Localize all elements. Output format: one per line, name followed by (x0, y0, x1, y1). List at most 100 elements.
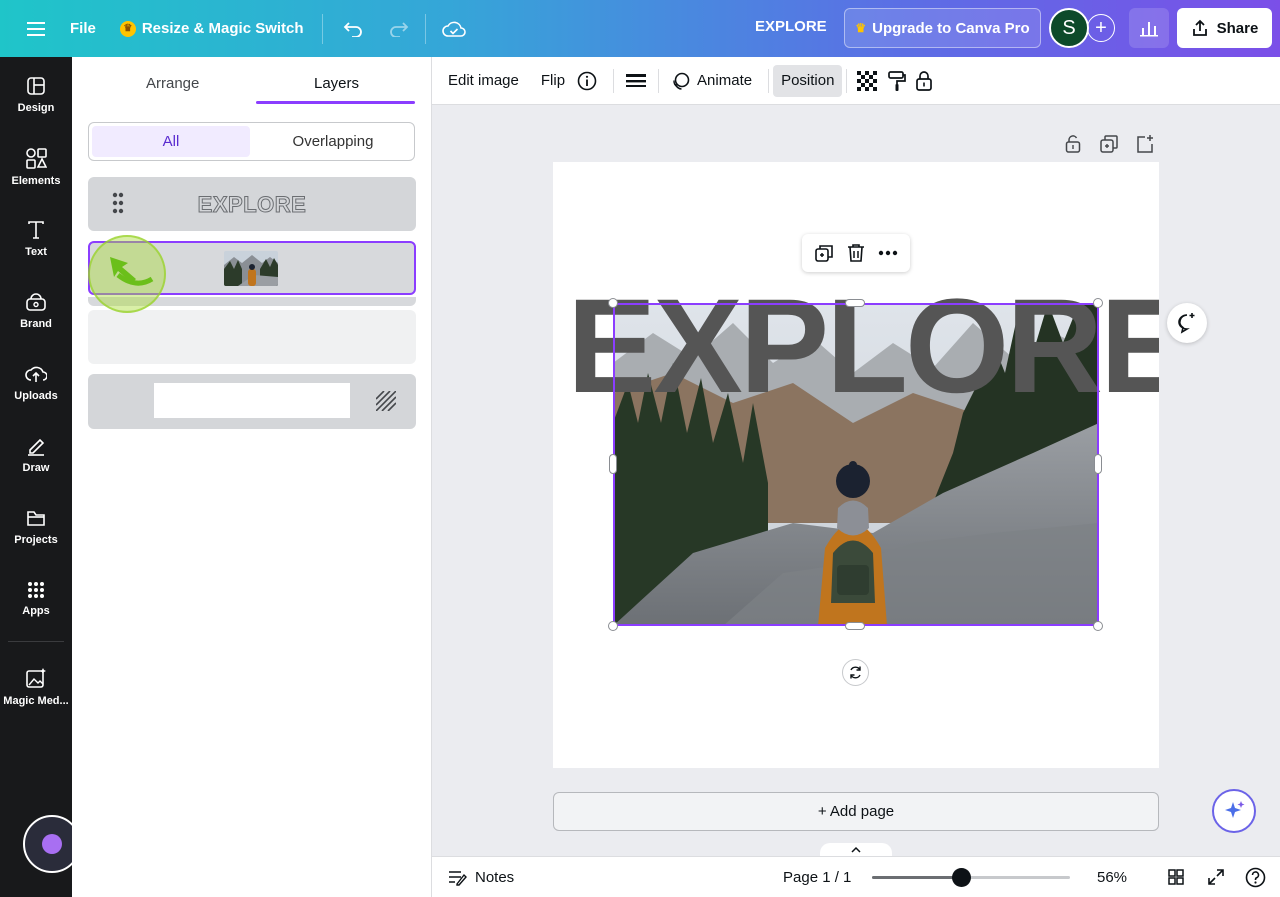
animate-button[interactable]: Animate (663, 65, 760, 97)
rail-item-text[interactable]: Text (0, 207, 72, 271)
cursor-arrow-icon (110, 257, 154, 286)
top-bar: File ♛ Resize & Magic Switch EXPLORE ♛ U… (0, 0, 1280, 57)
redo-icon[interactable] (379, 9, 419, 49)
layer-text-preview: EXPLORE (197, 192, 307, 218)
undo-icon[interactable] (333, 9, 373, 49)
resize-handle[interactable] (1094, 454, 1102, 474)
divider (613, 68, 615, 93)
layer-item-text[interactable]: EXPLORE (88, 177, 416, 231)
divider (846, 68, 848, 93)
resize-handle[interactable] (1093, 298, 1103, 308)
layer-item-blank[interactable] (88, 310, 416, 364)
lock-icon[interactable] (911, 65, 937, 97)
magic-assistant-icon[interactable] (1212, 789, 1256, 833)
resize-handle[interactable] (609, 454, 617, 474)
resize-magic-switch-button[interactable]: ♛ Resize & Magic Switch (110, 9, 314, 49)
add-collaborator-icon[interactable]: + (1087, 14, 1115, 42)
notes-button[interactable]: Notes (447, 868, 514, 886)
divider (658, 68, 660, 93)
fullscreen-icon[interactable] (1207, 868, 1225, 886)
upgrade-button[interactable]: ♛ Upgrade to Canva Pro (844, 8, 1041, 48)
text-icon (28, 221, 44, 239)
rail-item-apps[interactable]: Apps (0, 567, 72, 631)
grid-view-icon[interactable] (1168, 869, 1184, 885)
cursor-highlight (88, 235, 166, 313)
paint-roller-icon[interactable] (883, 65, 911, 97)
context-toolbar: Edit image Flip Animate Position (432, 57, 1280, 105)
magic-media-icon (26, 668, 46, 688)
active-tab-indicator (256, 101, 415, 104)
rail-item-projects[interactable]: Projects (0, 495, 72, 559)
resize-handle[interactable] (608, 298, 618, 308)
add-comment-icon[interactable] (1167, 303, 1207, 343)
share-icon (1192, 19, 1207, 36)
show-pages-toggle[interactable] (820, 843, 892, 857)
uploads-icon (25, 366, 47, 382)
rail-item-draw[interactable]: Draw (0, 423, 72, 487)
help-icon[interactable] (1245, 867, 1266, 888)
insights-icon[interactable] (1129, 8, 1169, 48)
animate-icon (673, 72, 690, 90)
document-title[interactable]: EXPLORE (755, 18, 827, 35)
page-lock-icon[interactable] (1063, 134, 1083, 154)
zoom-slider-fill (872, 876, 962, 879)
brand-icon (26, 293, 46, 311)
notes-icon (449, 871, 467, 886)
crown-icon: ♛ (855, 21, 867, 35)
page-indicator[interactable]: Page 1 / 1 (783, 869, 851, 886)
layers-panel: Arrange Layers All Overlapping EXPLORE (72, 57, 432, 897)
resize-handle[interactable] (845, 299, 865, 307)
resize-handle[interactable] (845, 622, 865, 630)
tab-layers[interactable]: Layers (314, 75, 359, 92)
background-preview (154, 383, 350, 418)
menu-icon[interactable] (16, 9, 56, 49)
edit-image-button[interactable]: Edit image (440, 65, 527, 97)
draw-icon (28, 438, 45, 456)
filter-all-button[interactable]: All (92, 126, 250, 157)
resize-handle[interactable] (1093, 621, 1103, 631)
rail-item-brand[interactable]: Brand (0, 279, 72, 343)
flip-button[interactable]: Flip (533, 65, 573, 97)
share-button[interactable]: Share (1177, 8, 1272, 48)
zoom-level[interactable]: 56% (1097, 869, 1127, 886)
rail-item-magic-media[interactable]: Magic Med... (0, 655, 72, 719)
divider (8, 641, 64, 642)
design-icon (27, 77, 45, 95)
filter-overlapping-button[interactable]: Overlapping (254, 126, 412, 157)
avatar[interactable]: S (1049, 8, 1089, 48)
zoom-slider[interactable] (872, 868, 1070, 887)
chevron-up-icon (851, 846, 861, 853)
selection-box (613, 303, 1099, 626)
divider (424, 13, 426, 44)
layer-filter: All Overlapping (88, 122, 415, 161)
background-pattern-icon (376, 391, 396, 411)
layer-item-background[interactable] (88, 374, 416, 429)
border-style-icon[interactable] (618, 65, 654, 97)
rail-item-elements[interactable]: Elements (0, 135, 72, 199)
zoom-slider-handle[interactable] (951, 868, 971, 887)
transparency-icon[interactable] (851, 65, 883, 97)
element-quick-menu (802, 234, 910, 272)
duplicate-icon[interactable] (814, 243, 834, 263)
info-icon[interactable] (573, 65, 601, 97)
rail-item-design[interactable]: Design (0, 63, 72, 127)
duplicate-page-icon[interactable] (1099, 134, 1119, 154)
divider (768, 68, 770, 93)
rail-item-uploads[interactable]: Uploads (0, 351, 72, 415)
file-menu-button[interactable]: File (60, 9, 106, 49)
rotate-handle-icon[interactable] (842, 659, 869, 686)
resize-handle[interactable] (608, 621, 618, 631)
page-actions (1063, 134, 1155, 154)
elements-icon (26, 148, 47, 169)
left-rail: Design Elements Text Brand Uploads Draw … (0, 57, 81, 897)
layer-image-thumbnail (224, 251, 278, 286)
trash-icon[interactable] (847, 243, 865, 263)
add-page-button[interactable]: + Add page (553, 792, 1159, 831)
cloud-saved-icon[interactable] (434, 9, 474, 49)
more-options-icon[interactable] (878, 250, 898, 256)
tab-arrange[interactable]: Arrange (146, 75, 199, 92)
add-page-icon[interactable] (1135, 134, 1155, 154)
bottom-bar: Notes Page 1 / 1 56% (432, 856, 1280, 897)
projects-icon (27, 511, 45, 526)
position-button[interactable]: Position (773, 64, 843, 97)
